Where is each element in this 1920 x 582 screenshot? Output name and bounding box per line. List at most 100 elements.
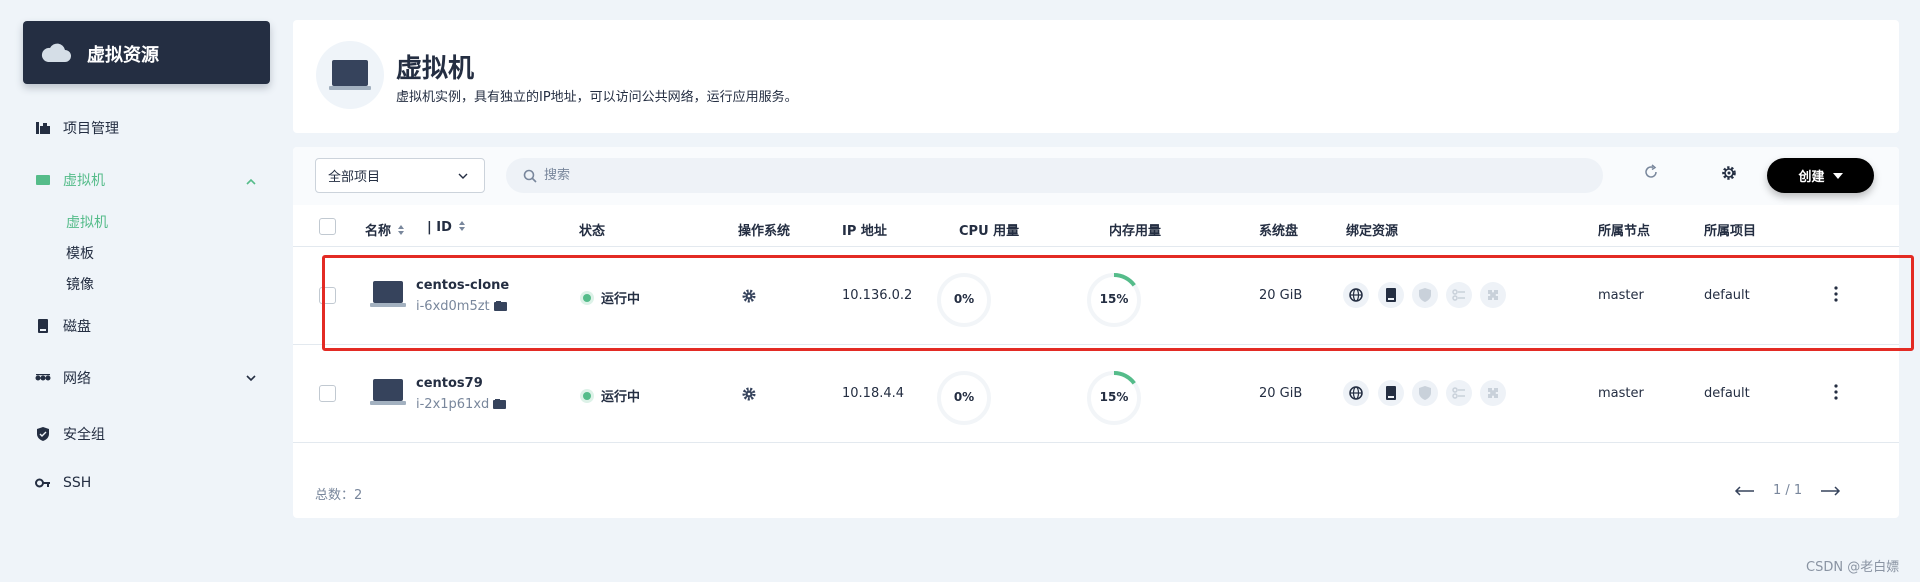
brand-title: 虚拟资源 <box>87 45 159 66</box>
sidebar-item-disk[interactable]: 磁盘 <box>35 316 91 336</box>
total-count: 总数：2 <box>315 488 363 503</box>
sidebar-item-label: 虚拟机 <box>63 173 105 189</box>
row-checkbox[interactable] <box>319 287 336 304</box>
watermark: CSDN @老白嫖 <box>1806 560 1900 575</box>
cpu-usage-value: 0% <box>953 390 975 404</box>
system-disk-size: 20 GiB <box>1259 386 1303 401</box>
select-all-checkbox[interactable] <box>319 218 336 235</box>
search-bar[interactable] <box>506 158 1603 193</box>
disk-icon <box>35 318 51 334</box>
network-icon <box>35 370 51 386</box>
shield-icon <box>35 426 51 442</box>
memory-gauge: 15% <box>1085 369 1143 427</box>
disk-icon[interactable] <box>1378 282 1404 308</box>
refresh-icon[interactable] <box>1643 164 1659 180</box>
disk-icon[interactable] <box>1378 380 1404 406</box>
project-name: default <box>1704 288 1750 303</box>
node-name: master <box>1598 386 1644 401</box>
copy-icon[interactable] <box>493 399 507 409</box>
table-header: 名称 | ID 状态 操作系统 IP 地址 CPU 用量 内存用量 系统盘 绑定… <box>293 205 1899 247</box>
project-icon <box>35 120 51 136</box>
toolbar: 全部项目 创建 <box>293 147 1899 205</box>
vm-icon <box>35 172 51 188</box>
cpu-gauge: 0% <box>935 271 993 329</box>
vm-id: i-2x1p61xd <box>416 397 507 412</box>
page-header: 虚拟机 虚拟机实例，具有独立的IP地址，可以访问公共网络，运行应用服务。 <box>293 20 1899 133</box>
sidebar-item-security-group[interactable]: 安全组 <box>35 424 105 444</box>
column-header-bound-resources: 绑定资源 <box>1346 224 1399 239</box>
arrow-right-icon[interactable] <box>1820 485 1842 497</box>
chevron-down-icon[interactable] <box>245 372 257 384</box>
sidebar-item-vm[interactable]: 虚拟机 <box>35 170 105 190</box>
globe-icon[interactable] <box>1343 380 1369 406</box>
column-header-id[interactable]: | ID <box>427 220 466 235</box>
more-actions-icon[interactable] <box>1833 285 1839 303</box>
row-checkbox[interactable] <box>319 385 336 402</box>
create-button[interactable]: 创建 <box>1767 158 1874 193</box>
memory-usage-value: 15% <box>1099 390 1129 404</box>
shield-icon[interactable] <box>1412 380 1438 406</box>
search-icon <box>523 169 537 183</box>
node-name: master <box>1598 288 1644 303</box>
vm-name-link[interactable]: centos-clone <box>416 278 509 293</box>
project-select[interactable]: 全部项目 <box>315 158 485 193</box>
gear-icon <box>742 387 756 401</box>
vm-ip: 10.18.4.4 <box>842 386 905 401</box>
sidebar-item-label: 项目管理 <box>63 121 119 137</box>
page-title: 虚拟机 <box>396 54 475 84</box>
sidebar-item-label: 网络 <box>63 371 91 387</box>
page-indicator: 1 / 1 <box>1773 483 1803 498</box>
sidebar-item-label: 安全组 <box>63 427 105 443</box>
vm-icon <box>370 379 406 405</box>
chevron-up-icon[interactable] <box>245 176 257 188</box>
sidebar-subitem-template[interactable]: 模板 <box>66 243 94 263</box>
cloud-icon <box>41 43 71 62</box>
sidebar-item-ssh[interactable]: SSH <box>35 475 91 491</box>
project-name: default <box>1704 386 1750 401</box>
key-icon[interactable] <box>1446 380 1472 406</box>
brand-card[interactable]: 虚拟资源 <box>23 21 270 84</box>
gear-icon[interactable] <box>1720 164 1738 182</box>
column-header-ip: IP 地址 <box>842 224 887 239</box>
vm-name-link[interactable]: centos79 <box>416 376 483 391</box>
sidebar-item-label: 磁盘 <box>63 319 91 335</box>
copy-icon[interactable] <box>493 301 507 311</box>
puzzle-icon[interactable] <box>1480 380 1506 406</box>
caret-down-icon <box>1832 172 1843 179</box>
status-badge: 运行中 <box>583 288 640 307</box>
sidebar-item-network[interactable]: 网络 <box>35 368 91 388</box>
sidebar-subitem-image[interactable]: 镜像 <box>66 274 94 294</box>
vm-id: i-6xd0m5zt <box>416 299 507 314</box>
sort-icon[interactable] <box>397 224 405 236</box>
column-header-name[interactable]: 名称 <box>365 220 405 239</box>
status-badge: 运行中 <box>583 386 640 405</box>
sidebar-item-project[interactable]: 项目管理 <box>35 118 119 138</box>
table-row[interactable]: centos79 i-2x1p61xd 运行中 10.18.4.4 0% 15%… <box>293 345 1899 443</box>
sort-icon[interactable] <box>458 220 466 232</box>
table-row[interactable]: centos-clone i-6xd0m5zt 运行中 10.136.0.2 0… <box>293 247 1899 345</box>
sidebar-item-label: SSH <box>63 475 92 491</box>
key-icon[interactable] <box>1446 282 1472 308</box>
sidebar-subitem-vm[interactable]: 虚拟机 <box>66 212 108 232</box>
memory-gauge: 15% <box>1085 271 1143 329</box>
chevron-down-icon <box>458 173 468 179</box>
column-header-status: 状态 <box>579 224 606 239</box>
cpu-gauge: 0% <box>935 369 993 427</box>
column-header-node: 所属节点 <box>1598 224 1651 239</box>
puzzle-icon[interactable] <box>1480 282 1506 308</box>
vm-ip: 10.136.0.2 <box>842 288 913 303</box>
vm-icon <box>370 281 406 307</box>
globe-icon[interactable] <box>1343 282 1369 308</box>
pagination: 1 / 1 <box>1733 483 1842 498</box>
column-header-os: 操作系统 <box>738 224 791 239</box>
shield-icon[interactable] <box>1412 282 1438 308</box>
column-header-cpu: CPU 用量 <box>959 224 1020 239</box>
status-dot <box>583 391 591 400</box>
more-actions-icon[interactable] <box>1833 383 1839 401</box>
system-disk-size: 20 GiB <box>1259 288 1303 303</box>
page-description: 虚拟机实例，具有独立的IP地址，可以访问公共网络，运行应用服务。 <box>396 90 798 105</box>
search-input[interactable] <box>544 158 1544 193</box>
key-icon <box>35 475 51 491</box>
project-select-value: 全部项目 <box>328 170 381 185</box>
arrow-left-icon[interactable] <box>1733 485 1755 497</box>
